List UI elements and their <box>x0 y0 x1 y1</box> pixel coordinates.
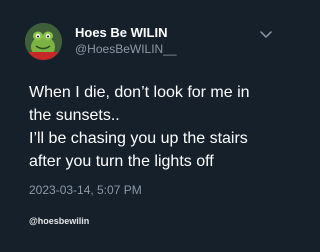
tweet-text-line: When I die, don’t look for me in <box>29 84 250 101</box>
chevron-down-icon[interactable] <box>260 31 272 39</box>
tweet-card: Hoes Be WILIN @HoesBeWILIN__ When I die,… <box>0 0 300 252</box>
tweet-text-line: I’ll be chasing you up the stairs <box>29 130 248 147</box>
tweet-text: When I die, don’t look for me in the sun… <box>29 81 291 173</box>
tweet-text-line: the sunsets.. <box>29 107 120 124</box>
user-handle[interactable]: @HoesBeWILIN__ <box>75 42 177 56</box>
avatar[interactable] <box>25 23 62 60</box>
tweet-text-line: after you turn the lights off <box>29 153 214 170</box>
display-name[interactable]: Hoes Be WILIN <box>75 25 167 40</box>
kermit-frog-avatar-icon <box>25 23 62 60</box>
tweet-timestamp[interactable]: 2023-03-14, 5:07 PM <box>29 183 142 197</box>
watermark: @hoesbewilin <box>29 216 90 226</box>
